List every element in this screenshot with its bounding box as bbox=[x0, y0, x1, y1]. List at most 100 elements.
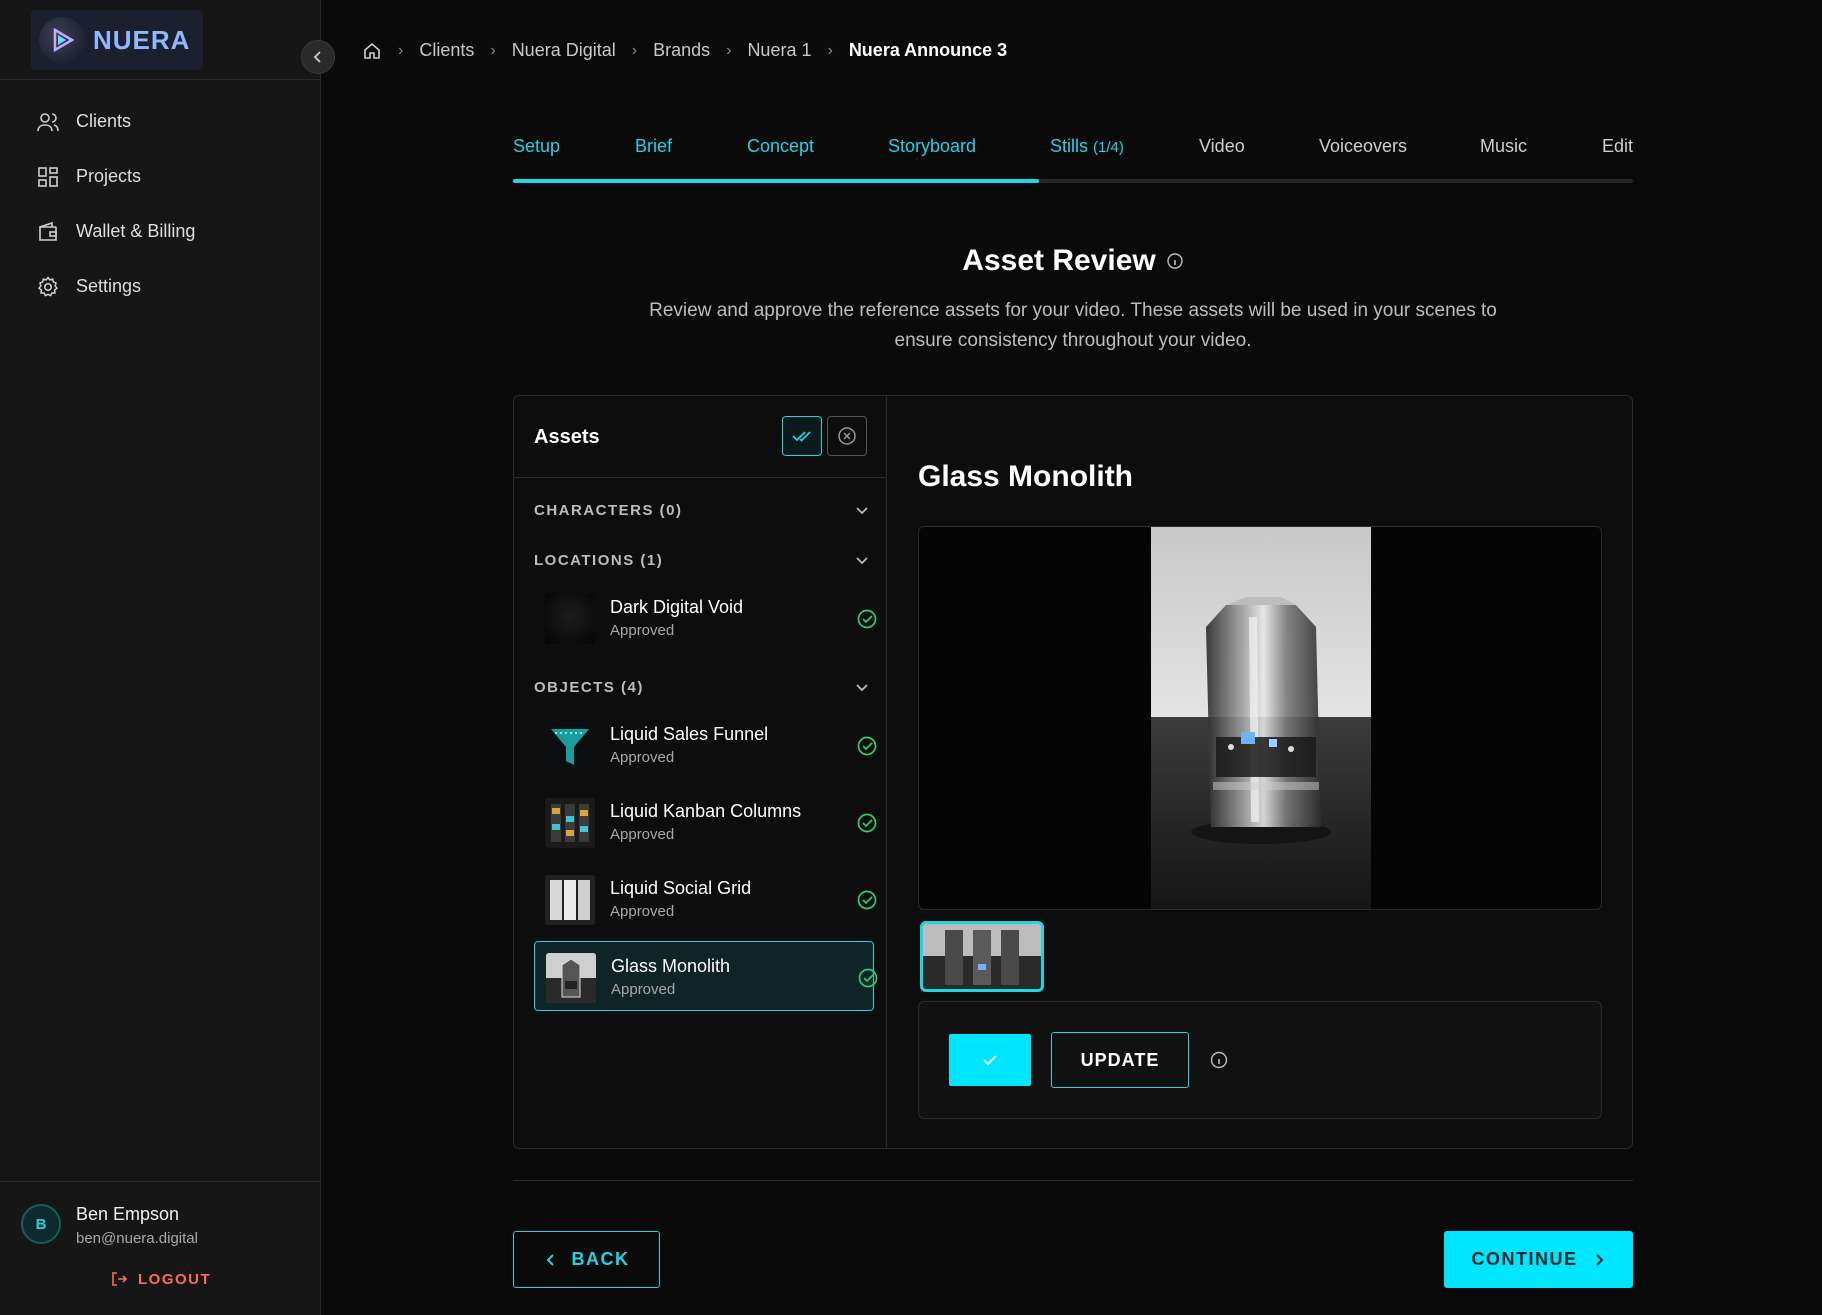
tab-stills-count: (1/4) bbox=[1093, 139, 1124, 156]
check-icon bbox=[983, 1055, 997, 1066]
approved-check-icon bbox=[857, 609, 877, 629]
sidebar-item-clients[interactable]: Clients bbox=[0, 94, 320, 149]
collapse-sidebar-button[interactable] bbox=[301, 40, 335, 74]
gear-icon bbox=[37, 275, 59, 297]
asset-thumbnail bbox=[545, 875, 595, 925]
tab-setup[interactable]: Setup bbox=[513, 136, 560, 157]
assets-list-panel: Assets CHARACTERS (0) LOCATIONS (1) Dark… bbox=[514, 396, 887, 1148]
asset-name: Dark Digital Void bbox=[610, 597, 744, 617]
asset-review-panel: Assets CHARACTERS (0) LOCATIONS (1) Dark… bbox=[513, 395, 1633, 1149]
info-icon[interactable] bbox=[1166, 252, 1184, 270]
asset-detail-title: Glass Monolith bbox=[918, 460, 1134, 493]
asset-item-glass-monolith[interactable]: Glass Monolith Approved bbox=[534, 941, 878, 1011]
grid-icon bbox=[38, 166, 58, 187]
logo-text: NUERA bbox=[93, 24, 191, 55]
logout-label: LOGOUT bbox=[138, 1270, 212, 1288]
avatar[interactable]: B bbox=[21, 1204, 61, 1244]
continue-button[interactable]: CONTINUE bbox=[1444, 1231, 1633, 1288]
sidebar-item-label: Wallet & Billing bbox=[76, 221, 196, 241]
glass-monolith-image bbox=[1151, 527, 1371, 909]
tab-concept[interactable]: Concept bbox=[747, 136, 814, 157]
page-title-wrap: Asset Review bbox=[962, 244, 1183, 278]
approve-button[interactable] bbox=[949, 1034, 1031, 1086]
section-characters[interactable]: CHARACTERS (0) bbox=[534, 498, 869, 522]
asset-detail-panel: Glass Monolith UPDATE bbox=[888, 396, 1632, 1148]
asset-status: Approved bbox=[611, 981, 676, 998]
breadcrumb-separator-icon: › bbox=[726, 41, 732, 59]
tab-brief[interactable]: Brief bbox=[635, 136, 672, 157]
sidebar-item-label: Settings bbox=[76, 276, 142, 296]
sidebar-item-wallet-billing[interactable]: Wallet & Billing bbox=[0, 204, 320, 259]
chevron-left-icon bbox=[546, 1253, 554, 1266]
logo-area: NUERA bbox=[0, 0, 320, 80]
breadcrumb-clients[interactable]: Clients bbox=[419, 40, 474, 61]
section-locations-label: LOCATIONS (1) bbox=[534, 551, 664, 569]
sidebar-item-settings[interactable]: Settings bbox=[0, 259, 320, 314]
continue-label: CONTINUE bbox=[1471, 1249, 1578, 1269]
tab-storyboard[interactable]: Storyboard bbox=[888, 136, 976, 157]
close-circle-icon bbox=[838, 427, 856, 445]
image-thumbnail-selected[interactable] bbox=[920, 921, 1044, 992]
tab-video[interactable]: Video bbox=[1199, 136, 1245, 157]
logo-play-icon bbox=[39, 17, 85, 63]
double-check-icon bbox=[792, 431, 811, 442]
chevron-down-icon bbox=[856, 507, 868, 515]
approved-check-icon bbox=[857, 890, 877, 910]
home-icon[interactable] bbox=[362, 41, 382, 61]
info-icon[interactable] bbox=[1209, 1050, 1229, 1070]
tab-stills-label: Stills bbox=[1050, 136, 1089, 156]
asset-item-liquid-sales-funnel[interactable]: Liquid Sales Funnel Approved bbox=[534, 710, 877, 780]
asset-name: Liquid Kanban Columns bbox=[610, 801, 802, 821]
asset-item-liquid-kanban-columns[interactable]: Liquid Kanban Columns Approved bbox=[534, 787, 877, 857]
user-name: Ben Empson bbox=[76, 1204, 180, 1224]
breadcrumb-separator-icon: › bbox=[398, 41, 404, 59]
asset-name: Liquid Sales Funnel bbox=[610, 724, 769, 744]
breadcrumb-separator-icon: › bbox=[631, 41, 638, 59]
user-email: ben@nuera.digital bbox=[76, 1230, 198, 1247]
sidebar-item-label: Projects bbox=[76, 166, 142, 186]
sidebar-nav: Clients Projects Wallet & Billing Settin… bbox=[0, 80, 320, 314]
approved-check-icon bbox=[857, 736, 877, 756]
chevron-down-icon bbox=[856, 684, 868, 692]
monolith-thumbnail-icon bbox=[546, 953, 596, 1003]
breadcrumb-separator-icon: › bbox=[827, 41, 833, 59]
tab-edit[interactable]: Edit bbox=[1602, 136, 1633, 157]
section-objects[interactable]: OBJECTS (4) bbox=[534, 675, 869, 699]
section-characters-label: CHARACTERS (0) bbox=[534, 501, 683, 519]
logo[interactable]: NUERA bbox=[31, 10, 203, 70]
tab-voiceovers[interactable]: Voiceovers bbox=[1319, 136, 1407, 157]
back-button[interactable]: BACK bbox=[513, 1231, 660, 1288]
asset-status: Approved bbox=[610, 622, 675, 639]
sidebar-item-projects[interactable]: Projects bbox=[0, 149, 320, 204]
tab-music[interactable]: Music bbox=[1480, 136, 1527, 157]
approve-all-button[interactable] bbox=[782, 416, 822, 456]
asset-thumbnail bbox=[546, 953, 596, 1003]
asset-actions: UPDATE bbox=[918, 1001, 1602, 1119]
chevron-left-icon bbox=[313, 51, 321, 63]
sidebar-item-label: Clients bbox=[76, 111, 132, 131]
asset-item-liquid-social-grid[interactable]: Liquid Social Grid Approved bbox=[534, 864, 877, 934]
tab-stills[interactable]: Stills (1/4) bbox=[1050, 136, 1124, 157]
approved-check-icon bbox=[857, 813, 877, 833]
users-icon bbox=[37, 112, 59, 131]
progress-fill bbox=[513, 179, 1040, 183]
chevron-down-icon bbox=[856, 557, 868, 565]
footer-divider bbox=[513, 1180, 1633, 1181]
section-locations[interactable]: LOCATIONS (1) bbox=[534, 548, 869, 572]
page-title: Asset Review bbox=[962, 244, 1156, 277]
breadcrumb-client[interactable]: Nuera Digital bbox=[512, 40, 616, 61]
kanban-thumbnail-icon bbox=[551, 804, 589, 842]
image-viewer[interactable] bbox=[918, 526, 1602, 910]
section-objects-label: OBJECTS (4) bbox=[534, 678, 644, 696]
update-button[interactable]: UPDATE bbox=[1051, 1032, 1189, 1088]
reject-all-button[interactable] bbox=[827, 416, 867, 456]
breadcrumb-separator-icon: › bbox=[490, 41, 496, 59]
funnel-thumbnail-icon bbox=[551, 729, 589, 765]
asset-item-dark-digital-void[interactable]: Dark Digital Void Approved bbox=[534, 583, 877, 653]
back-label: BACK bbox=[571, 1249, 630, 1269]
step-tabs: Setup Brief Concept Storyboard Stills (1… bbox=[513, 132, 1633, 184]
logout-button[interactable]: LOGOUT bbox=[110, 1270, 211, 1288]
breadcrumb-brands[interactable]: Brands bbox=[653, 40, 710, 61]
grid-thumbnail-icon bbox=[550, 880, 590, 920]
breadcrumb-brand[interactable]: Nuera 1 bbox=[747, 40, 811, 61]
